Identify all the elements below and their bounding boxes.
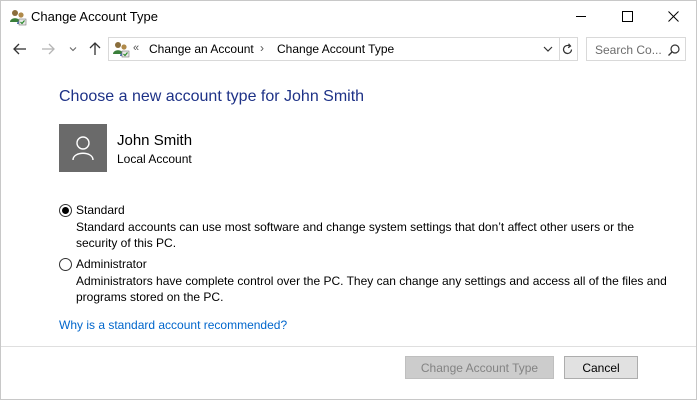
arrow-left-icon	[13, 43, 26, 55]
minimize-icon	[575, 16, 586, 17]
standard-option-label[interactable]: Standard	[76, 203, 125, 217]
forward-button[interactable]	[37, 35, 59, 63]
title-bar: Change Account Type	[1, 1, 696, 32]
breadcrumb-separator[interactable]: ›	[260, 41, 264, 55]
search-box[interactable]: Search Co...	[586, 37, 686, 61]
arrow-right-icon	[42, 43, 55, 55]
minimize-button[interactable]	[558, 1, 604, 32]
close-icon	[667, 11, 679, 22]
chevron-down-icon[interactable]	[541, 42, 555, 56]
user-account-type: Local Account	[117, 152, 192, 166]
change-account-type-button[interactable]: Change Account Type	[405, 356, 554, 379]
administrator-option-label[interactable]: Administrator	[76, 257, 147, 271]
change-account-type-window: Change Account Type « Change an Account …	[0, 0, 697, 400]
chevron-down-icon	[69, 47, 77, 52]
user-name: John Smith	[117, 132, 193, 149]
standard-account-help-link[interactable]: Why is a standard account recommended?	[59, 318, 287, 332]
user-accounts-icon	[10, 10, 27, 26]
close-button[interactable]	[650, 1, 696, 32]
refresh-button[interactable]	[557, 37, 578, 61]
window-title: Change Account Type	[31, 9, 158, 24]
standard-option-description: Standard accounts can use most software …	[76, 220, 635, 250]
arrow-up-icon	[89, 42, 101, 55]
avatar	[59, 124, 107, 172]
standard-radio[interactable]	[59, 204, 72, 217]
administrator-radio[interactable]	[59, 258, 72, 271]
footer-divider	[1, 346, 696, 347]
search-placeholder[interactable]: Search Co...	[595, 43, 662, 57]
page-title: Choose a new account type for John Smith	[59, 88, 365, 105]
address-overflow-chevron[interactable]: «	[133, 42, 139, 54]
search-icon[interactable]	[667, 43, 681, 57]
maximize-button[interactable]	[604, 1, 650, 32]
refresh-icon	[562, 42, 572, 54]
address-bar[interactable]: « Change an Account › Change Account Typ…	[108, 37, 560, 61]
navigation-bar: « Change an Account › Change Account Typ…	[1, 35, 696, 63]
cancel-button[interactable]: Cancel	[564, 356, 638, 379]
up-button[interactable]	[85, 35, 105, 63]
user-accounts-icon	[113, 42, 130, 58]
back-button[interactable]	[9, 35, 31, 63]
breadcrumb-change-an-account[interactable]: Change an Account	[149, 42, 254, 56]
breadcrumb-change-account-type[interactable]: Change Account Type	[277, 42, 394, 56]
maximize-icon	[621, 11, 633, 22]
user-icon	[72, 136, 94, 161]
recent-locations-button[interactable]	[65, 35, 81, 63]
administrator-option-description: Administrators have complete control ove…	[76, 274, 667, 304]
